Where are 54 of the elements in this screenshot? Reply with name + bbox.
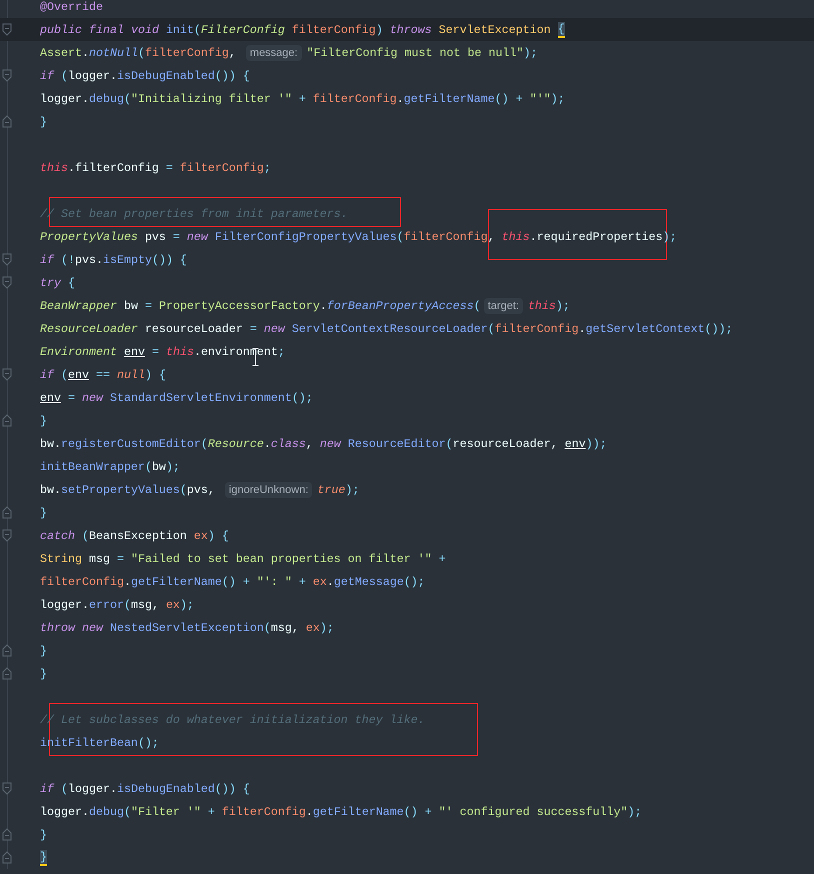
- code-text: BeanWrapper bw = PropertyAccessorFactory.forBeanPropertyAccess(: [40, 298, 481, 312]
- code-text: filterConfig.getFilterName() + "': " + ex.getMessage();: [40, 574, 425, 588]
- code-text: Environment env = this.: [40, 344, 201, 358]
- code-text: try {: [40, 276, 75, 290]
- code-text: logger.debug("Initializing filter '" + filterConfig.getFilterName() + "'");: [40, 92, 565, 106]
- code-text: String msg = "Failed to set bean properties on filter '" +: [40, 552, 446, 566]
- code-text: this.requiredProperties: [502, 230, 663, 244]
- code-text: }: [40, 828, 47, 842]
- code-text: true);: [317, 482, 360, 496]
- fold-collapse-icon[interactable]: [2, 253, 12, 266]
- code-text: if (!pvs.isEmpty()) {: [40, 252, 187, 266]
- code-text: @Override: [40, 0, 103, 14]
- code-text: }: [40, 414, 47, 428]
- code-text: this.filterConfig = filterConfig;: [40, 160, 271, 174]
- code-text: ResourceLoader resourceLoader = new ServletContextResourceLoader(filterConfig.getServletContext());: [40, 322, 733, 336]
- parameter-hint: target:: [484, 298, 523, 314]
- code-text: public final void init(FilterConfig filterConfig) throws ServletException: [40, 22, 552, 36]
- fold-end-icon[interactable]: [2, 828, 12, 841]
- code-text: throw new NestedServletException(msg, ex);: [40, 620, 334, 634]
- code-text: "FilterConfig must not be null");: [306, 46, 538, 60]
- code-text: env = new StandardServletEnvironment();: [40, 390, 313, 404]
- code-text: }: [40, 666, 47, 680]
- code-text: logger.error(msg, ex);: [40, 598, 194, 612]
- fold-collapse-icon[interactable]: [2, 23, 12, 36]
- code-text: bw.setPropertyValues(pvs,: [40, 482, 216, 496]
- code-text: }: [40, 114, 47, 128]
- code-text: Assert.notNull(filterConfig,: [40, 46, 237, 60]
- code-text: PropertyValues pvs = new FilterConfigPropertyValues(filterConfig,: [40, 230, 496, 244]
- code-text: if (env == null) {: [40, 368, 166, 382]
- fold-end-icon[interactable]: [2, 506, 12, 519]
- code-text: if (logger.isDebugEnabled()) {: [40, 782, 250, 796]
- fold-collapse-icon[interactable]: [2, 782, 12, 795]
- fold-end-icon[interactable]: [2, 644, 12, 657]
- parameter-hint: ignoreUnknown:: [224, 482, 312, 498]
- code-text: if (logger.isDebugEnabled()) {: [40, 68, 250, 82]
- code-text: logger.debug("Filter '" + filterConfig.getFilterName() + "' configured successfully");: [40, 804, 642, 818]
- fold-collapse-icon[interactable]: [2, 368, 12, 381]
- fold-end-icon[interactable]: [2, 667, 12, 680]
- code-text: this);: [528, 298, 570, 312]
- code-text: }: [40, 506, 47, 520]
- fold-end-icon[interactable]: [2, 414, 12, 427]
- code-text: }: [40, 644, 47, 658]
- fold-collapse-icon[interactable]: [2, 276, 12, 289]
- fold-end-icon[interactable]: [2, 115, 12, 128]
- code-text: bw.registerCustomEditor(Resource.class, new ResourceEditor(resourceLoader, env));: [40, 436, 607, 450]
- code-text: initBeanWrapper(bw);: [40, 460, 180, 474]
- code-text: catch (BeansException ex) {: [40, 528, 229, 542]
- matched-brace: {: [558, 22, 565, 38]
- fold-collapse-icon[interactable]: [2, 529, 12, 542]
- fold-collapse-icon[interactable]: [2, 69, 12, 82]
- code-text: ;: [278, 344, 285, 358]
- parameter-hint: message:: [246, 44, 302, 60]
- fold-end-icon[interactable]: [2, 851, 12, 864]
- matched-brace: }: [40, 850, 47, 866]
